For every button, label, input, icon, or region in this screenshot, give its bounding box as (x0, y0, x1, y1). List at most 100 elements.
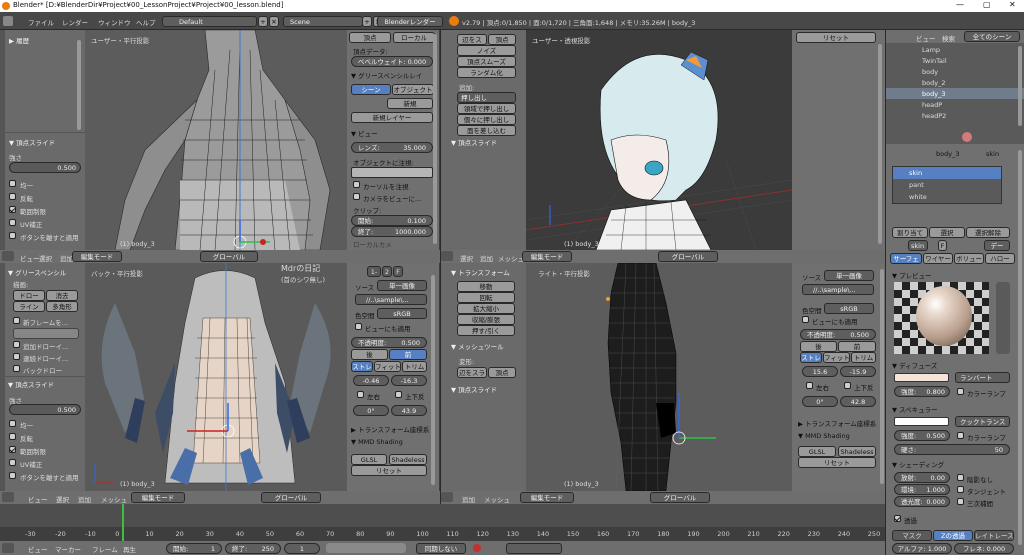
tl-grease-new-button[interactable]: 新規 (387, 98, 433, 109)
tl-bevel-field[interactable]: ベベルウェイト: 0.000 (351, 56, 433, 67)
br-offset-y-field[interactable]: -15.9 (840, 366, 876, 377)
bl-flip-x-checkbox[interactable] (357, 391, 364, 398)
material-tab-volume[interactable]: ボリュー (954, 253, 984, 264)
shading-translucency-field[interactable]: 透光度: 0.000 (894, 496, 950, 507)
bl-back-draw-checkbox[interactable] (13, 365, 20, 372)
timeline-menu-marker[interactable]: マーカー (55, 544, 81, 554)
bl-front-button[interactable]: 前 (389, 349, 427, 360)
tl-orientation-selector[interactable]: グローバル (200, 251, 258, 262)
bm-transform-header[interactable]: ▼ トランスフォーム (451, 267, 510, 277)
tl-lock-cursor-checkbox[interactable] (353, 181, 360, 188)
bl-flip-checkbox[interactable] (9, 433, 16, 440)
bl-menu-select[interactable]: 選択 (56, 494, 69, 504)
bl-orientation-selector[interactable]: グローバル (261, 492, 321, 503)
menu-file[interactable]: ファイル (28, 17, 54, 27)
bm-rotate-button[interactable]: 回転 (457, 292, 515, 303)
br-menu-add[interactable]: 追加 (462, 494, 475, 504)
material-select-button[interactable]: 選択 (929, 227, 965, 238)
preview-type-icons[interactable] (996, 282, 1010, 354)
tl-grease-scene-button[interactable]: シーン (351, 84, 391, 95)
tl-clip-start-field[interactable]: 開始: 0.100 (351, 215, 433, 226)
tl-view-header[interactable]: ▼ ビュー (351, 128, 378, 138)
timeline-playback-controls[interactable] (326, 543, 406, 553)
bl-opacity-field[interactable]: 不透明度: 0.500 (351, 337, 427, 348)
tl-menu-view[interactable]: ビュー (20, 253, 40, 263)
bl-draw-button[interactable]: ドロー (13, 290, 45, 301)
timeline-editor-icon[interactable] (2, 543, 14, 553)
bl-menu-mesh[interactable]: メッシュ (101, 494, 127, 504)
tr-noise-button[interactable]: ノイズ (457, 45, 516, 56)
diffuse-intensity-field[interactable]: 強度: 0.800 (894, 386, 950, 397)
tl-strength-field[interactable]: 0.500 (9, 162, 81, 173)
outliner-item[interactable]: body (886, 66, 1024, 77)
br-shadeless-button[interactable]: Shadeless (838, 446, 876, 457)
timeline-menu-view[interactable]: ビュー (28, 544, 48, 554)
br-size-field[interactable]: 42.8 (840, 396, 876, 407)
bl-path-field[interactable]: //..\sample\... (355, 294, 427, 305)
tr-menu-mesh[interactable]: メッシュ (498, 253, 524, 263)
timeline-current-frame-marker[interactable] (122, 504, 124, 541)
bm-scale-button[interactable]: 拡大縮小 (457, 303, 515, 314)
tr-orientation-selector[interactable]: グローバル (658, 251, 718, 262)
bm-push-button[interactable]: 押す/引く (457, 325, 515, 336)
br-mode-selector[interactable]: 編集モード (520, 492, 574, 503)
outliner-item[interactable]: headP (886, 99, 1024, 110)
br-colorspace-selector[interactable]: sRGB (824, 303, 874, 314)
tl-new-layer-button[interactable]: 新規レイヤー (351, 112, 433, 123)
scene-add-button[interactable]: + (362, 16, 372, 27)
preview-header[interactable]: ▼ プレビュー (892, 270, 932, 280)
bl-poly-button[interactable]: 多角形 (46, 301, 78, 312)
br-reset-button[interactable]: リセット (798, 457, 876, 468)
outliner-item[interactable]: Lamp (886, 44, 1024, 55)
timeline[interactable]: -30 -20 -10 0 10 20 30 40 50 60 70 80 90 100 110 120 130… (0, 504, 886, 541)
shading-ambient-field[interactable]: 環境: 1.000 (894, 484, 950, 495)
tr-randomize-button[interactable]: ランダム化 (457, 67, 516, 78)
tl-viewport[interactable]: ユーザー・平行投影 (1) body_3 (85, 30, 347, 250)
bl-shadeless-button[interactable]: Shadeless (389, 454, 427, 465)
diffuse-ramp-checkbox[interactable] (957, 388, 964, 395)
br-fit-button[interactable]: フィット (823, 352, 850, 363)
timeline-start-field[interactable]: 開始: 1 (166, 543, 222, 554)
tr-props-scrollbar[interactable] (878, 44, 882, 244)
bl-editor-type-icon[interactable] (2, 492, 14, 502)
bm-edge-slide-button[interactable]: 辺をスラ (457, 367, 487, 378)
br-mmd-header[interactable]: ▼ MMD Shading (798, 432, 850, 440)
timeline-sync-selector[interactable]: 同期しない (416, 543, 466, 554)
transp-mask-button[interactable]: マスク (892, 530, 932, 541)
shading-emit-field[interactable]: 放射: 0.00 (894, 472, 950, 483)
br-opacity-field[interactable]: 不透明度: 0.500 (800, 329, 876, 340)
bl-sequence-checkbox[interactable] (13, 353, 20, 360)
tl-clip-end-field[interactable]: 終了: 1000.000 (351, 226, 433, 237)
bl-reset-button[interactable]: リセット (351, 465, 427, 476)
bl-add-draw-checkbox[interactable] (13, 341, 20, 348)
bl-colorspace-selector[interactable]: sRGB (377, 308, 427, 319)
tr-vertex-button[interactable]: 頂点 (488, 34, 516, 45)
bl-line-button[interactable]: ライン (13, 301, 45, 312)
tangent-checkbox[interactable] (957, 486, 964, 493)
bl-img-tab-1[interactable]: 1- (367, 266, 381, 277)
bl-strength-field[interactable]: 0.500 (9, 404, 81, 415)
br-props-scrollbar[interactable] (880, 269, 884, 484)
tl-mode-selector[interactable]: 編集モード (72, 251, 122, 262)
br-flip-y-checkbox[interactable] (844, 382, 851, 389)
bl-source-selector[interactable]: 単一画像 (377, 280, 427, 291)
bl-menu-add[interactable]: 追加 (78, 494, 91, 504)
br-glsl-button[interactable]: GLSL (798, 446, 836, 457)
tl-release-checkbox[interactable] (9, 232, 16, 239)
bl-menu-view[interactable]: ビュー (28, 494, 48, 504)
maximize-button[interactable]: ▢ (983, 0, 991, 9)
bl-fit-button[interactable]: フィット (374, 361, 401, 372)
layout-remove-button[interactable]: ✕ (269, 16, 279, 27)
bm-vertex-slide-header[interactable]: ▼ 頂点スライド (451, 384, 497, 394)
outliner-scrollbar[interactable] (1018, 46, 1022, 126)
material-deselect-button[interactable]: 選択解除 (966, 227, 1010, 238)
transp-alpha-field[interactable]: アルファ: 1.000 (892, 543, 952, 554)
outliner-menu-view[interactable]: ビュー (916, 33, 936, 43)
diffuse-color-swatch[interactable] (894, 373, 949, 382)
material-fake-user-button[interactable]: F (938, 240, 947, 251)
tl-lock-cam-checkbox[interactable] (353, 193, 360, 200)
cubic-checkbox[interactable] (957, 498, 964, 505)
bl-clamp-checkbox[interactable] (9, 446, 16, 453)
tr-extrude-indiv-button[interactable]: 個々に押し出し (457, 114, 516, 125)
material-slot[interactable]: pant (893, 179, 1001, 191)
